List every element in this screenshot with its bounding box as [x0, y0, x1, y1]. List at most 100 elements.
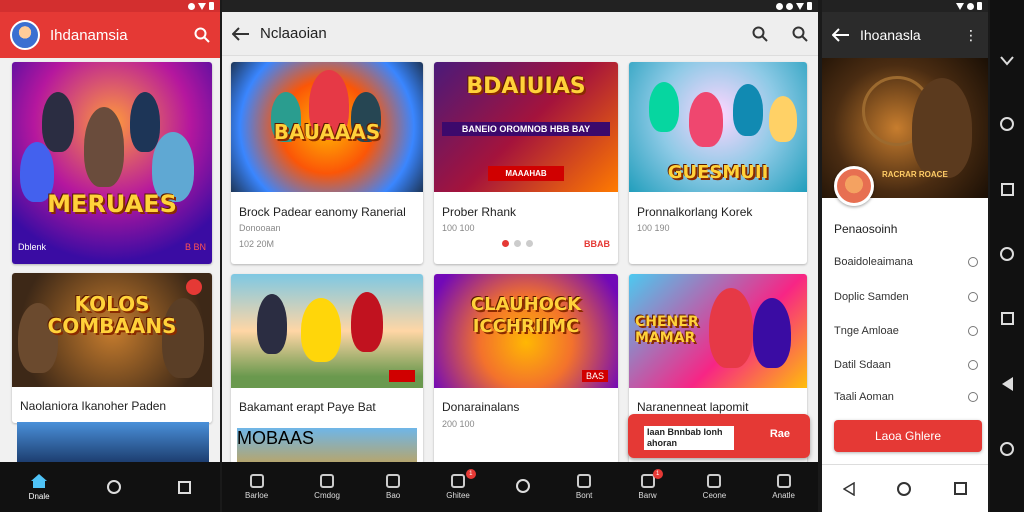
card-title: Prober Rhank	[442, 205, 517, 219]
battery-icon	[209, 2, 214, 10]
nav-icon	[320, 474, 335, 488]
nav-item[interactable]: Bao	[386, 474, 400, 500]
bottom-nav: Barloe Cmdog Bao 1 Ghitee Bont 1 Barw Ceone Anatl…	[222, 462, 818, 512]
back-system-button[interactable]	[1001, 376, 1013, 391]
card-title: Pronnalkorlang Korek	[637, 205, 753, 219]
avatar[interactable]	[10, 20, 40, 50]
profile-avatar[interactable]	[834, 166, 874, 206]
signal-icon	[198, 2, 206, 10]
game-card[interactable]: BAUAAAS Brock Padear eanomy Ranerial Don…	[231, 62, 423, 264]
app-title: Ihdanamsia	[50, 26, 128, 44]
nav-label: Bont	[575, 491, 593, 500]
home-system-button[interactable]	[515, 478, 530, 493]
nav-icon	[707, 474, 722, 488]
bottom-nav	[822, 464, 988, 512]
search-icon-secondary[interactable]	[792, 26, 808, 42]
nav-item[interactable]: Ceone	[703, 474, 726, 500]
card-title: Bakamant erapt Paye Bat	[239, 400, 376, 414]
menu-item-label: Doplic Samden	[834, 291, 909, 303]
wifi-icon	[786, 2, 793, 10]
back-system-button[interactable]	[843, 481, 855, 496]
promo-button[interactable]: Rae	[770, 428, 790, 440]
menu-item-label: Taali Aoman	[834, 391, 894, 403]
radio-icon[interactable]	[968, 360, 978, 370]
nav-label: Bao	[386, 491, 401, 500]
game-title-banner: CLAUHOCK ICCHRIIMC	[470, 294, 582, 337]
menu-item[interactable]: Datil Sdaan	[834, 355, 978, 375]
game-card[interactable]: Bakamant erapt Paye Bat MOBAAS	[231, 274, 423, 464]
radio-icon[interactable]	[968, 392, 978, 402]
game-card[interactable]: KOLOS COMBAANS Naolaniora Ikanoher Paden	[12, 273, 212, 423]
more-vert-icon[interactable]: ⋮	[964, 27, 978, 44]
card-title: Naolaniora Ikanoher Paden	[20, 399, 167, 413]
nav-label: Cmdog	[314, 491, 340, 500]
home-system-button[interactable]	[897, 481, 912, 496]
game-artwork: KOLOS COMBAANS	[12, 273, 212, 387]
card-footer-right: B BN	[184, 242, 206, 252]
game-title-banner: MERUAES	[47, 190, 177, 218]
game-title-banner: BAUAAAS	[273, 120, 381, 144]
app-bar: Ihoanasla ⋮	[822, 12, 988, 58]
carousel-dots[interactable]	[502, 240, 533, 247]
card-subtitle: Donooaan	[239, 223, 281, 233]
recents-system-button[interactable]	[953, 482, 967, 495]
game-card[interactable]: BDAIUIAS BANEIO OROMNOB HBB BAY MAAAHAB …	[434, 62, 618, 264]
nav-icon	[640, 474, 655, 488]
game-title-banner: KOLOS COMBAANS	[47, 292, 177, 338]
home-system-button[interactable]	[106, 480, 121, 494]
game-artwork: CLAUHOCK ICCHRIIMC BAS	[434, 274, 618, 388]
menu-item[interactable]: Taali Aoman	[834, 387, 978, 407]
home-icon	[31, 474, 48, 488]
nav-item[interactable]: Bont	[576, 474, 592, 500]
game-artwork: MERUAES Dblenk B BN	[12, 62, 212, 264]
radio-icon[interactable]	[968, 257, 978, 267]
card-title: Donarainalans	[442, 400, 520, 414]
recents-system-button[interactable]	[1000, 182, 1014, 196]
game-pill: MAAAHAB	[488, 166, 564, 181]
menu-title: Penaosoinh	[834, 222, 898, 236]
game-card[interactable]: CLAUHOCK ICCHRIIMC BAS Donarainalans 200…	[434, 274, 618, 464]
game-card[interactable]: GUESMUII Pronnalkorlang Korek 100 190	[629, 62, 807, 264]
nav-item[interactable]: Cmdog	[314, 474, 340, 500]
menu-item-label: Tnge Amloae	[834, 325, 899, 337]
menu-item-label: Boaidoleaimana	[834, 256, 913, 268]
nav-icon	[386, 474, 401, 488]
status-bar	[222, 0, 818, 12]
radio-icon[interactable]	[968, 326, 978, 336]
nav-label: Barw	[638, 491, 657, 500]
radio-icon[interactable]	[968, 292, 978, 302]
primary-button[interactable]: Laoa Ghlere	[834, 420, 982, 452]
partial-card[interactable]	[17, 422, 209, 464]
back-arrow-icon[interactable]	[232, 26, 250, 41]
menu-item[interactable]: Tnge Amloae	[834, 321, 978, 341]
game-title-banner: GUESMUII	[667, 162, 769, 183]
nav-item[interactable]: Barloe	[245, 474, 268, 500]
chevron-down-icon[interactable]	[1000, 56, 1014, 66]
game-title-banner: BDAIUIAS	[466, 74, 586, 99]
nav-item[interactable]: 1 Barw	[638, 469, 663, 500]
nav-item[interactable]: Anatle	[772, 474, 795, 500]
recents-system-button[interactable]	[178, 480, 192, 494]
recents-system-button[interactable]	[1000, 312, 1014, 326]
game-artwork: GUESMUII	[629, 62, 807, 192]
card-thumbnail: MOBAAS	[237, 428, 417, 464]
home-system-button[interactable]	[1000, 117, 1014, 132]
game-title-banner: CHENER MAMAR	[635, 314, 699, 346]
nav-home[interactable]: Dnale	[29, 473, 50, 501]
nav-item[interactable]	[515, 478, 530, 496]
search-icon[interactable]	[194, 27, 210, 43]
card-title: Naranenneat lapomit	[637, 400, 749, 414]
home-system-button[interactable]	[1000, 246, 1014, 261]
menu-item-label: Datil Sdaan	[834, 359, 891, 371]
card-subtitle: 100 190	[637, 223, 670, 233]
promo-cta[interactable]: Iaan Bnnbab Ionh ahoran Rae	[628, 414, 810, 458]
nav-item[interactable]: 1 Ghitee	[446, 469, 476, 500]
back-arrow-icon[interactable]	[832, 28, 850, 42]
card-subtitle: 200 100	[442, 419, 475, 429]
game-card[interactable]: MERUAES Dblenk B BN	[12, 62, 212, 264]
menu-item[interactable]: Boaidoleaimana	[834, 252, 978, 272]
search-icon[interactable]	[752, 26, 768, 42]
nav-icon	[577, 474, 592, 488]
menu-item[interactable]: Doplic Samden	[834, 287, 978, 307]
home-system-button[interactable]	[1000, 442, 1014, 457]
